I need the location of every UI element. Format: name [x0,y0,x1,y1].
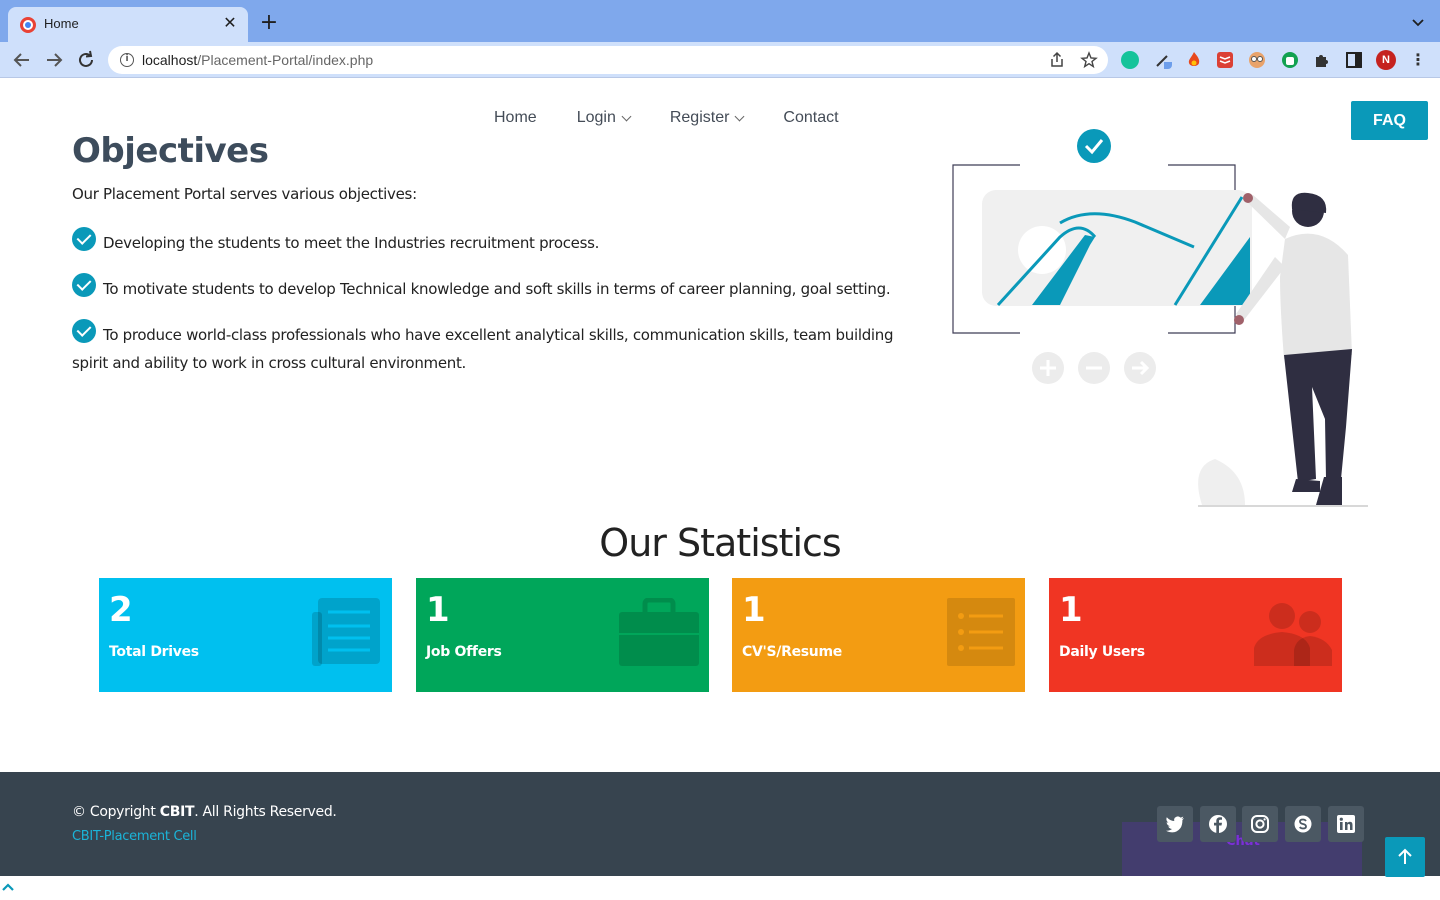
users-icon [1254,603,1332,666]
skype-icon [1294,815,1312,833]
facebook-link[interactable] [1200,806,1236,842]
browser-toolbar: i localhost/Placement-Portal/index.php N… [0,42,1440,78]
nav-register[interactable]: Register [670,109,745,127]
android-extension-icon[interactable] [1281,51,1299,69]
objective-item: Developing the students to meet the Indu… [72,227,912,257]
presentation-illustration [952,129,1368,507]
instagram-link[interactable] [1242,806,1278,842]
colorpicker-extension-icon[interactable] [1154,51,1172,69]
address-bar[interactable]: i localhost/Placement-Portal/index.php [108,46,1108,74]
todoist-extension-icon[interactable] [1216,51,1234,69]
newspaper-icon [312,598,380,666]
browser-menu-icon[interactable]: ⋮ [1410,50,1426,70]
side-panel-icon[interactable] [1345,51,1363,69]
check-circle-icon [72,273,96,297]
twitter-link[interactable] [1157,806,1193,842]
stat-card-total-drives: 2 Total Drives [99,578,392,692]
statistics-title: Our Statistics [599,521,841,565]
tab-search-chevron-icon[interactable] [1410,14,1426,30]
tab-close-icon[interactable]: ✕ [220,13,240,33]
chrome-favicon-icon [20,17,36,33]
check-circle-icon [72,319,96,343]
back-to-top-button[interactable] [1385,837,1425,877]
stat-card-job-offers: 1 Job Offers [416,578,709,692]
share-icon[interactable] [1048,51,1066,69]
briefcase-icon [619,598,699,666]
linkedin-link[interactable] [1328,806,1364,842]
browser-tabbar: Home ✕ + [0,0,1440,42]
forward-icon[interactable] [43,49,65,71]
grammarly-extension-icon[interactable] [1121,51,1139,69]
chevron-up-icon[interactable] [2,881,14,893]
chevron-down-icon [734,111,745,121]
list-icon [947,598,1015,666]
objectives-title: Objectives [72,131,269,171]
reader-extension-icon[interactable] [1248,51,1266,69]
copyright-text: © Copyright CBIT. All Rights Reserved. [72,804,337,820]
facebook-icon [1209,815,1227,833]
stat-value: 1 [742,590,766,630]
nav-login[interactable]: Login [577,109,632,127]
arrow-up-icon [1398,848,1412,864]
twitter-icon [1166,816,1184,833]
stat-label: CV'S/Resume [742,644,842,660]
objectives-intro: Our Placement Portal serves various obje… [72,185,417,203]
fire-extension-icon[interactable] [1185,51,1203,69]
url-text: localhost/Placement-Portal/index.php [142,52,374,68]
objective-item: To motivate students to develop Technica… [72,273,912,303]
stat-value: 2 [109,590,133,630]
chevron-down-icon [621,111,632,121]
nav-contact[interactable]: Contact [783,109,838,127]
stat-label: Total Drives [109,644,199,660]
stat-card-daily-users: 1 Daily Users [1049,578,1342,692]
linkedin-icon [1337,815,1355,833]
reload-icon[interactable] [75,49,97,71]
stat-value: 1 [1059,590,1083,630]
placement-cell-link[interactable]: CBIT-Placement Cell [72,829,197,844]
site-info-icon[interactable]: i [120,53,134,67]
stat-card-cv-resume: 1 CV'S/Resume [732,578,1025,692]
footer: © Copyright CBIT. All Rights Reserved. C… [0,772,1440,877]
instagram-icon [1251,815,1269,833]
extensions-puzzle-icon[interactable] [1313,51,1331,69]
nav-home[interactable]: Home [494,109,537,127]
stat-label: Daily Users [1059,644,1145,660]
objective-item: To produce world-class professionals who… [72,319,912,377]
check-circle-icon [72,227,96,251]
bookmark-star-icon[interactable] [1080,51,1098,69]
page-content: Home Login Register Contact FAQ Objectiv… [0,79,1440,900]
profile-avatar[interactable]: N [1376,50,1396,70]
stat-label: Job Offers [426,644,502,660]
browser-tab-home[interactable]: Home ✕ [8,7,248,42]
new-tab-button[interactable]: + [258,12,280,34]
main-nav: Home Login Register Contact [494,109,879,127]
back-icon[interactable] [11,49,33,71]
tab-title: Home [44,16,79,31]
skype-link[interactable] [1285,806,1321,842]
stat-value: 1 [426,590,450,630]
